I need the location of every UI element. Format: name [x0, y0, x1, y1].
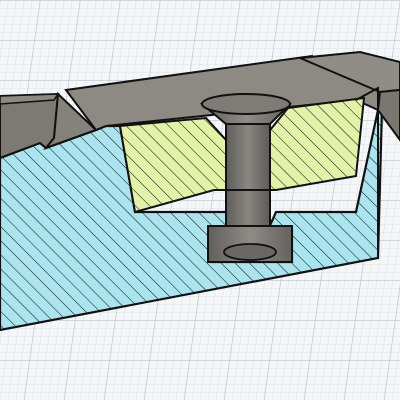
- cad-viewport[interactable]: [0, 0, 400, 400]
- countersink-rim: [201, 93, 291, 115]
- bolt-bottom-recess: [223, 243, 277, 261]
- bolt-shank[interactable]: [225, 123, 271, 231]
- section-view-canvas[interactable]: [0, 0, 400, 400]
